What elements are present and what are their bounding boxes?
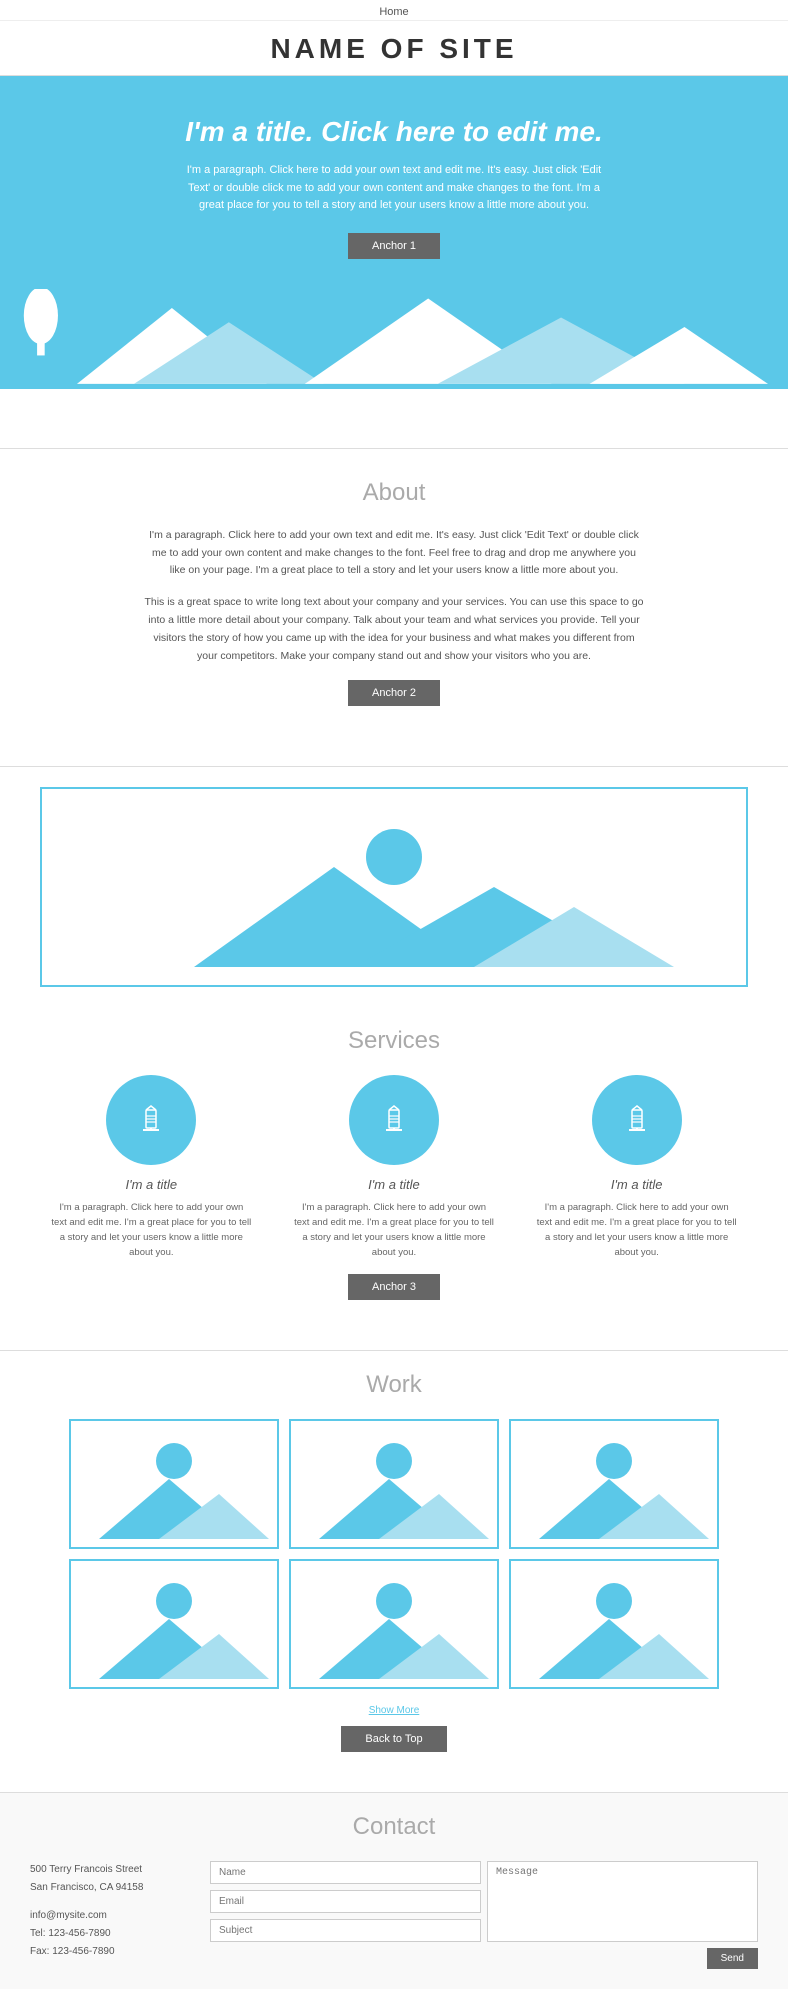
work-section: Work (0, 1351, 788, 1793)
anchor-2-button[interactable]: Anchor 2 (348, 680, 440, 706)
hero-mountains (20, 289, 768, 389)
anchor-1-button[interactable]: Anchor 1 (348, 233, 440, 259)
work-thumb-5[interactable] (289, 1559, 499, 1689)
work-thumb-3[interactable] (509, 1419, 719, 1549)
contact-address-2: San Francisco, CA 94158 (30, 1879, 180, 1897)
contact-message-input[interactable] (487, 1861, 758, 1942)
show-more-link[interactable]: Show More (30, 1705, 758, 1716)
contact-form: Send (210, 1861, 758, 1969)
hero-paragraph[interactable]: I'm a paragraph. Click here to add your … (184, 162, 604, 215)
contact-section: Contact 500 Terry Francois Street San Fr… (0, 1793, 788, 1989)
service-title-2[interactable]: I'm a title (294, 1177, 494, 1192)
work-grid (30, 1419, 758, 1689)
nav-home-link[interactable]: Home (379, 6, 408, 18)
service-item-2: I'm a title I'm a paragraph. Click here … (294, 1075, 494, 1261)
contact-email: info@mysite.com (30, 1907, 180, 1925)
about-paragraph-2[interactable]: This is a great space to write long text… (144, 594, 644, 665)
service-para-3[interactable]: I'm a paragraph. Click here to add your … (537, 1200, 737, 1261)
service-icon-1 (106, 1075, 196, 1165)
contact-email-input[interactable] (210, 1890, 481, 1913)
about-image-placeholder (40, 787, 748, 987)
service-item-1: I'm a title I'm a paragraph. Click here … (51, 1075, 251, 1261)
work-thumb-6[interactable] (509, 1559, 719, 1689)
services-grid: I'm a title I'm a paragraph. Click here … (30, 1075, 758, 1261)
service-title-3[interactable]: I'm a title (537, 1177, 737, 1192)
about-section: About I'm a paragraph. Click here to add… (0, 449, 788, 767)
service-icon-2 (349, 1075, 439, 1165)
back-to-top-button[interactable]: Back to Top (341, 1726, 446, 1752)
site-title: NAME OF SITE (0, 21, 788, 76)
about-heading: About (40, 479, 748, 507)
services-section: Services I'm a title I'm a paragraph. Cl… (0, 1007, 788, 1352)
contact-heading: Contact (30, 1813, 758, 1841)
service-item-3: I'm a title I'm a paragraph. Click here … (537, 1075, 737, 1261)
nav-bar: Home (0, 0, 788, 21)
service-icon-3 (592, 1075, 682, 1165)
contact-submit-button[interactable]: Send (707, 1948, 758, 1969)
work-heading: Work (30, 1371, 758, 1399)
services-heading: Services (30, 1027, 758, 1055)
about-paragraph-1[interactable]: I'm a paragraph. Click here to add your … (144, 527, 644, 581)
contact-subject-input[interactable] (210, 1919, 481, 1942)
contact-body: 500 Terry Francois Street San Francisco,… (30, 1861, 758, 1969)
work-thumb-4[interactable] (69, 1559, 279, 1689)
work-thumb-2[interactable] (289, 1419, 499, 1549)
hero-section: I'm a title. Click here to edit me. I'm … (0, 76, 788, 389)
service-title-1[interactable]: I'm a title (51, 1177, 251, 1192)
contact-name-input[interactable] (210, 1861, 481, 1884)
work-thumb-1[interactable] (69, 1419, 279, 1549)
contact-fax: Fax: 123-456-7890 (30, 1943, 180, 1961)
anchor-3-button[interactable]: Anchor 3 (348, 1274, 440, 1300)
service-para-2[interactable]: I'm a paragraph. Click here to add your … (294, 1200, 494, 1261)
contact-address-1: 500 Terry Francois Street (30, 1861, 180, 1879)
contact-info: 500 Terry Francois Street San Francisco,… (30, 1861, 180, 1969)
service-para-1[interactable]: I'm a paragraph. Click here to add your … (51, 1200, 251, 1261)
section-divider-1 (0, 389, 788, 449)
contact-tel: Tel: 123-456-7890 (30, 1925, 180, 1943)
hero-title[interactable]: I'm a title. Click here to edit me. (20, 116, 768, 148)
